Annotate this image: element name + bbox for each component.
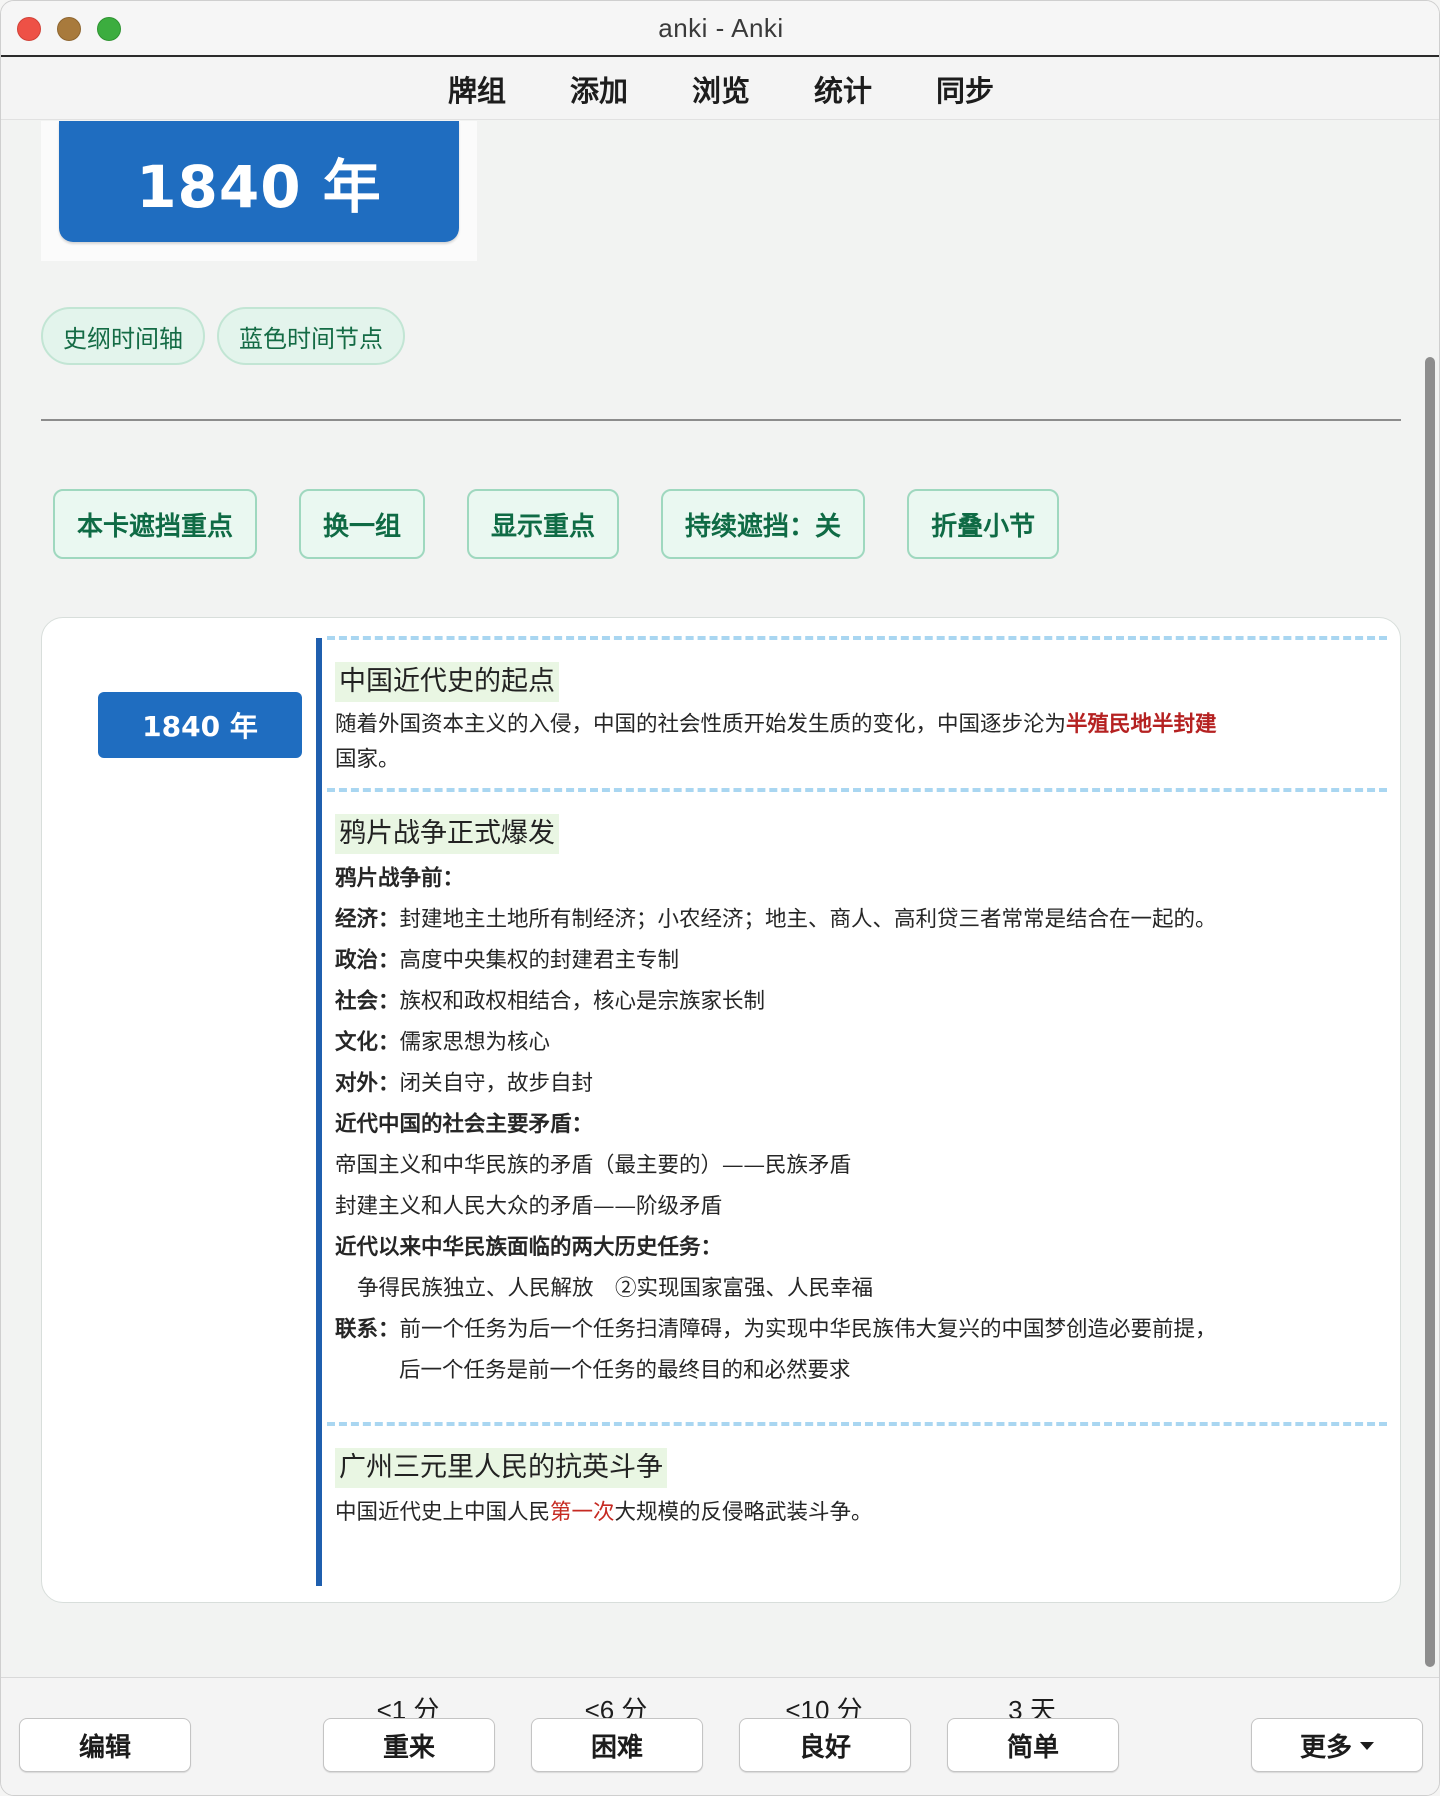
section-title: 广州三元里人民的抗英斗争: [335, 1448, 667, 1488]
vertical-scrollbar[interactable]: [1421, 121, 1439, 1676]
more-button[interactable]: 更多: [1251, 1718, 1423, 1772]
link-line-2: 后一个任务是前一个任务的最终目的和必然要求: [399, 1358, 851, 1383]
toolbar-stats[interactable]: 统计: [810, 68, 876, 110]
contradiction-line-2: 封建主义和人民大众的矛盾——阶级矛盾: [335, 1194, 723, 1219]
section-title: 鸦片战争正式爆发: [335, 814, 559, 854]
tag-list: 史纲时间轴 蓝色时间节点: [41, 307, 405, 365]
hard-button[interactable]: 困难: [531, 1718, 703, 1772]
section-title: 中国近代史的起点: [335, 662, 559, 702]
toolbar-browse[interactable]: 浏览: [688, 68, 754, 110]
economy-line: 经济：封建地主土地所有制经济；小农经济；地主、商人、高利贷三者常常是结合在一起的…: [335, 907, 1217, 932]
card-action-buttons: 本卡遮挡重点 换一组 显示重点 持续遮挡：关 折叠小节: [53, 489, 1060, 559]
culture-line: 文化：儒家思想为核心: [335, 1030, 551, 1055]
highlight-text: 第一次: [550, 1500, 615, 1525]
main-toolbar: 牌组 添加 浏览 统计 同步: [1, 58, 1439, 120]
toolbar-sync[interactable]: 同步: [932, 68, 998, 110]
subheading-tasks: 近代以来中华民族面临的两大历史任务：: [335, 1235, 723, 1260]
show-key-points-button[interactable]: 显示重点: [467, 489, 620, 559]
highlight-text: 半殖民地半封建: [1066, 712, 1217, 737]
again-button[interactable]: 重来: [323, 1718, 495, 1772]
more-label: 更多: [1299, 1732, 1352, 1763]
scrollbar-thumb[interactable]: [1425, 357, 1435, 1667]
edit-button[interactable]: 编辑: [19, 1718, 191, 1772]
subheading-contradiction: 近代中国的社会主要矛盾：: [335, 1112, 594, 1137]
toolbar-add[interactable]: 添加: [566, 68, 632, 110]
caret-down-icon: [1360, 1742, 1374, 1750]
year-node-badge: 1840 年: [98, 692, 302, 758]
divider: [41, 419, 1401, 421]
collapse-sections-button[interactable]: 折叠小节: [907, 489, 1060, 559]
section-opium-war: 鸦片战争正式爆发 鸦片战争前： 经济：封建地主土地所有制经济；小农经济；地主、商…: [335, 814, 1375, 1391]
section-text: 中国近代史上中国人民第一次大规模的反侵略武装斗争。: [335, 1500, 873, 1525]
toolbar-decks[interactable]: 牌组: [444, 68, 510, 110]
switch-group-button[interactable]: 换一组: [299, 489, 426, 559]
contradiction-line-1: 帝国主义和中华民族的矛盾（最主要的）——民族矛盾: [335, 1153, 852, 1178]
subheading-before-war: 鸦片战争前：: [335, 866, 465, 891]
title-bar: anki - Anki: [1, 1, 1439, 57]
year-badge-large: 1840 年: [59, 121, 459, 242]
section-sanyuanli: 广州三元里人民的抗英斗争 中国近代史上中国人民第一次大规模的反侵略武装斗争。: [335, 1448, 1375, 1533]
mask-key-points-button[interactable]: 本卡遮挡重点: [53, 489, 258, 559]
answer-bar: 编辑 <1 分 <6 分 <10 分 3 天 重来 困难 良好 简单 更多: [1, 1677, 1439, 1795]
good-button[interactable]: 良好: [739, 1718, 911, 1772]
society-line: 社会：族权和政权相结合，核心是宗族家长制: [335, 989, 766, 1014]
section-text-continued: 国家。: [335, 747, 400, 772]
section-divider: [327, 1422, 1387, 1426]
anki-window: anki - Anki 牌组 添加 浏览 统计 同步 1840 年 史纲时间轴 …: [0, 0, 1440, 1796]
easy-button[interactable]: 简单: [947, 1718, 1119, 1772]
timeline-card: 1840 年 中国近代史的起点 随着外国资本主义的入侵，中国的社会性质开始发生质…: [41, 617, 1401, 1603]
continuous-mask-toggle[interactable]: 持续遮挡：关: [661, 489, 866, 559]
window-title: anki - Anki: [658, 13, 784, 43]
section-start-of-modern-history: 中国近代史的起点 随着外国资本主义的入侵，中国的社会性质开始发生质的变化，中国逐…: [335, 662, 1375, 780]
timeline-bar: [316, 638, 322, 1586]
politics-line: 政治：高度中央集权的封建君主专制: [335, 948, 680, 973]
year-header-image: 1840 年: [41, 121, 477, 261]
section-divider: [327, 636, 1387, 640]
link-line-1: 联系：前一个任务为后一个任务扫清障碍，为实现中华民族伟大复兴的中国梦创造必要前提…: [335, 1317, 1217, 1342]
section-divider: [327, 788, 1387, 792]
tag-blue-node[interactable]: 蓝色时间节点: [217, 307, 405, 365]
foreign-line: 对外：闭关自守，故步自封: [335, 1071, 594, 1096]
tasks-line: 争得民族独立、人民解放 ②实现国家富强、人民幸福: [357, 1276, 874, 1301]
tag-timeline[interactable]: 史纲时间轴: [41, 307, 205, 365]
review-content: 1840 年 史纲时间轴 蓝色时间节点 本卡遮挡重点 换一组 显示重点 持续遮挡…: [1, 121, 1421, 1676]
